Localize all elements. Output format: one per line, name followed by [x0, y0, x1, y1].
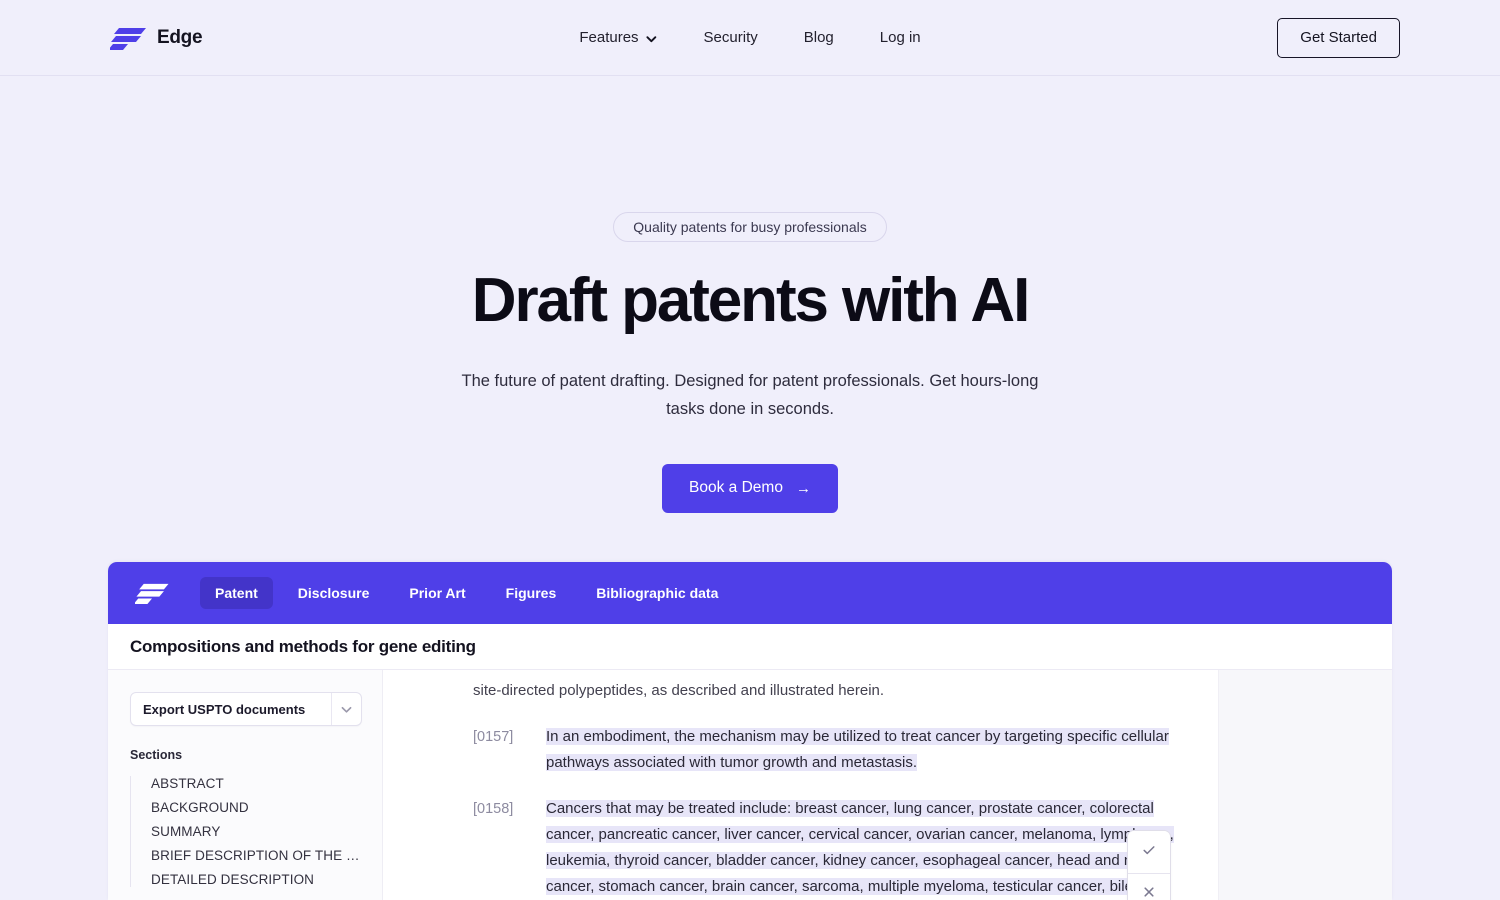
sidebar-item-summary[interactable]: SUMMARY [151, 824, 362, 839]
nav-label-login: Log in [879, 29, 921, 46]
get-started-button[interactable]: Get Started [1277, 17, 1400, 58]
sections-list: ABSTRACT BACKGROUND SUMMARY BRIEF DESCRI… [130, 776, 362, 887]
brand-logo[interactable]: Edge [108, 26, 203, 50]
document-editor[interactable]: site-directed polypeptides, as described… [383, 670, 1218, 900]
paragraph-0157[interactable]: [0157] In an embodiment, the mechanism m… [473, 724, 1176, 776]
nav-item-blog[interactable]: Blog [804, 29, 834, 46]
app-sidebar: Export USPTO documents Sections ABSTRACT… [108, 670, 383, 900]
site-header: Edge Features Security Blog Log in Get S… [0, 0, 1500, 76]
arrow-right-icon: → [795, 479, 811, 497]
nav-label-features: Features [579, 29, 639, 46]
chevron-down-icon[interactable] [331, 693, 361, 725]
sidebar-item-abstract[interactable]: ABSTRACT [151, 776, 362, 791]
brand-name: Edge [157, 26, 203, 48]
editor-right-gutter [1218, 670, 1392, 900]
sidebar-item-detailed-description[interactable]: DETAILED DESCRIPTION [151, 872, 362, 887]
nav-item-login[interactable]: Log in [880, 29, 921, 46]
tab-prior-art[interactable]: Prior Art [394, 577, 480, 609]
paragraph-number: [0158] [473, 801, 514, 817]
sidebar-item-background[interactable]: BACKGROUND [151, 800, 362, 815]
sections-heading: Sections [130, 748, 183, 762]
paragraph-0158[interactable]: [0158] Cancers that may be treated inclu… [473, 796, 1176, 900]
sidebar-item-brief-description[interactable]: BRIEF DESCRIPTION OF THE D... [151, 848, 362, 863]
nav-label-security: Security [703, 29, 758, 46]
chevron-down-icon [646, 33, 658, 45]
main-navigation: Features Security Blog Log in [579, 29, 920, 46]
app-preview: Patent Disclosure Prior Art Figures Bibl… [108, 562, 1392, 900]
check-icon [1141, 842, 1157, 863]
tab-patent[interactable]: Patent [200, 577, 273, 609]
hero-subtitle: The future of patent drafting. Designed … [461, 371, 1039, 418]
app-logo-icon[interactable] [132, 580, 172, 606]
hero-badge: Quality patents for busy professionals [613, 212, 887, 242]
app-titlebar: Compositions and methods for gene editin… [108, 624, 1392, 670]
nav-label-blog: Blog [803, 29, 834, 46]
reject-suggestion-button[interactable] [1128, 873, 1170, 900]
book-a-demo-button[interactable]: Book a Demo → [662, 463, 838, 513]
tab-disclosure[interactable]: Disclosure [283, 577, 385, 609]
app-body: Export USPTO documents Sections ABSTRACT… [108, 670, 1392, 900]
nav-item-features[interactable]: Features [579, 29, 657, 46]
accept-suggestion-button[interactable] [1128, 831, 1170, 873]
document-clipped-line: site-directed polypeptides, as described… [473, 682, 885, 699]
app-topbar: Patent Disclosure Prior Art Figures Bibl… [108, 562, 1392, 624]
suggestion-actions [1127, 830, 1171, 900]
tab-bibliographic-data[interactable]: Bibliographic data [581, 577, 733, 609]
edge-stacked-bars-logo-icon [108, 26, 146, 50]
nav-item-security[interactable]: Security [704, 29, 758, 46]
export-uspto-documents-button[interactable]: Export USPTO documents [130, 692, 362, 726]
tab-figures[interactable]: Figures [491, 577, 572, 609]
book-a-demo-label: Book a Demo [689, 479, 783, 497]
page-title: Draft patents with AI [471, 266, 1031, 335]
paragraph-number: [0157] [473, 729, 514, 745]
paragraph-text: In an embodiment, the mechanism may be u… [546, 728, 1169, 771]
paragraph-text: Cancers that may be treated include: bre… [546, 800, 1174, 900]
document-title: Compositions and methods for gene editin… [130, 636, 476, 656]
export-label: Export USPTO documents [143, 701, 306, 717]
hero-section: Quality patents for busy professionals D… [0, 76, 1500, 513]
close-icon [1141, 884, 1157, 900]
